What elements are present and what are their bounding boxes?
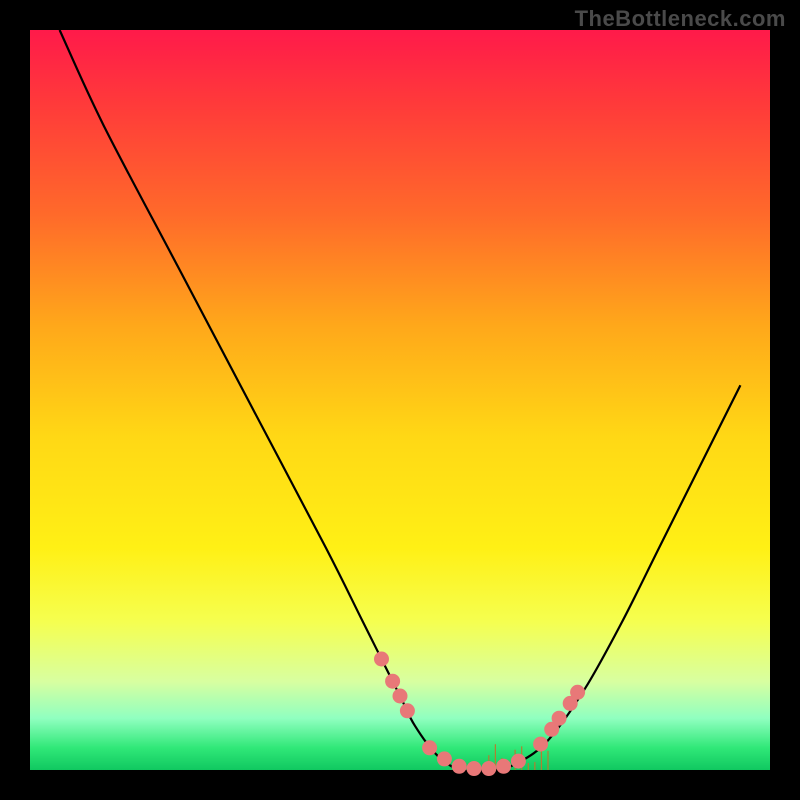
watermark-text: TheBottleneck.com [575,6,786,32]
chart-container: TheBottleneck.com [0,0,800,800]
marker-group [374,652,585,777]
marker-point [552,711,567,726]
marker-point [481,761,496,776]
marker-point [467,761,482,776]
chart-svg [30,30,770,770]
marker-point [422,740,437,755]
main-curve-line [60,30,741,771]
marker-point [393,689,408,704]
plot-area [30,30,770,770]
marker-point [374,652,389,667]
marker-point [385,674,400,689]
marker-point [511,754,526,769]
marker-point [437,751,452,766]
marker-point [496,759,511,774]
marker-point [452,759,467,774]
marker-point [570,685,585,700]
marker-point [533,737,548,752]
marker-point [400,703,415,718]
